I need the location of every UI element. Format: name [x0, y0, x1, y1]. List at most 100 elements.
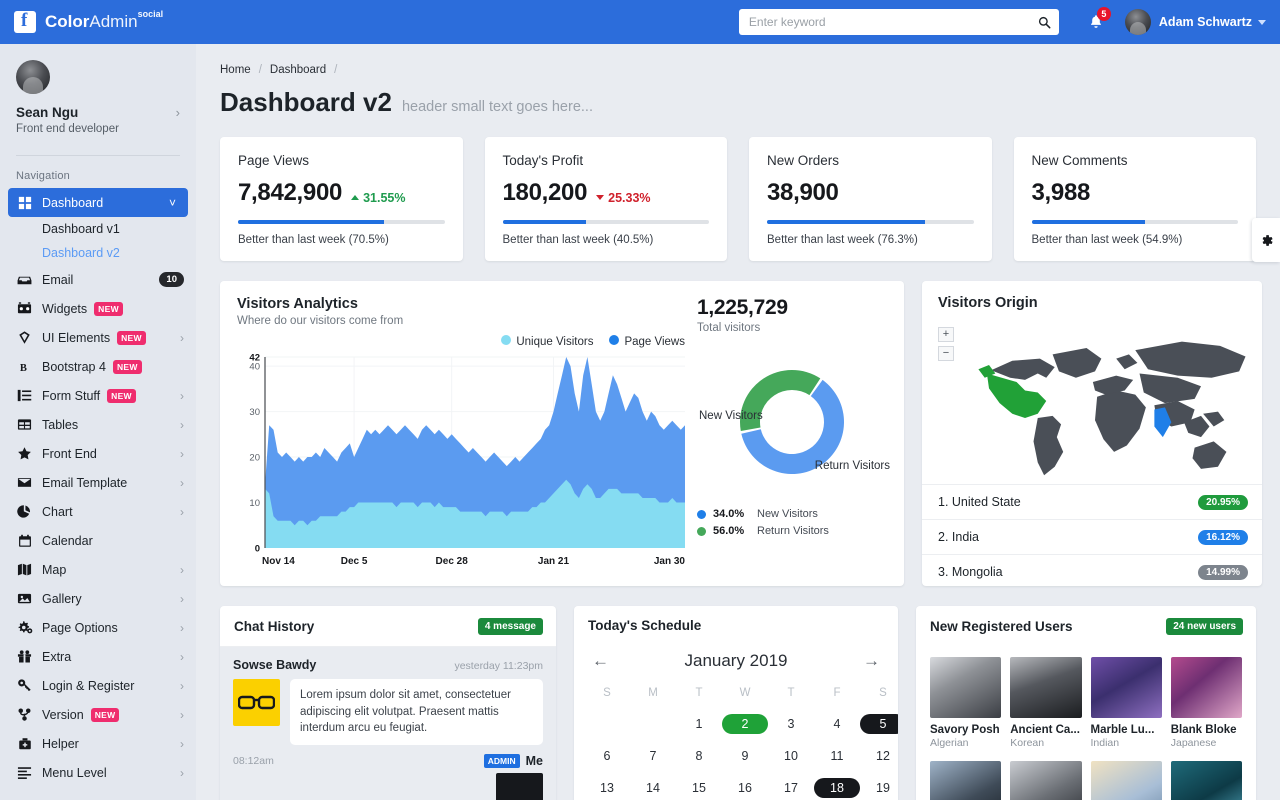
- calendar-day-12[interactable]: 12: [860, 740, 898, 772]
- user-cell[interactable]: Ancient Ca...Korean: [1010, 657, 1081, 749]
- sidebar-item-form-stuff[interactable]: Form StuffNEW›: [0, 381, 196, 410]
- calendar-day-16[interactable]: 16: [722, 772, 768, 800]
- breadcrumb-home[interactable]: Home: [220, 64, 251, 76]
- chevron-right-icon: ›: [180, 708, 184, 722]
- user-cell[interactable]: Blank BlokeJapanese: [1171, 657, 1242, 749]
- settings-tab-button[interactable]: [1252, 218, 1280, 262]
- legend-page-views[interactable]: Page Views: [609, 335, 685, 348]
- map-icon: [16, 562, 33, 577]
- visitors-analytics-subtitle: Where do our visitors come from: [237, 315, 689, 327]
- calendar-day-18[interactable]: 18: [814, 772, 860, 800]
- sidebar-item-tables[interactable]: Tables›: [0, 410, 196, 439]
- calendar-day-3[interactable]: 3: [768, 708, 814, 740]
- calendar-day-5[interactable]: 5: [860, 708, 898, 740]
- user-cell[interactable]: [930, 761, 1001, 800]
- map-zoom-in-button[interactable]: +: [938, 327, 954, 342]
- search-box[interactable]: [739, 9, 1059, 35]
- chat-history-header: Chat History 4 message: [220, 606, 556, 647]
- sidebar-subitem-dashboard-v1[interactable]: Dashboard v1: [0, 217, 196, 241]
- chevron-right-icon: ›: [180, 737, 184, 751]
- sidebar-item-helper[interactable]: Helper›: [0, 729, 196, 758]
- calendar-day-13[interactable]: 13: [584, 772, 630, 800]
- new-tag: NEW: [91, 708, 120, 722]
- total-visitors-label: Total visitors: [697, 322, 890, 334]
- calendar-day-6[interactable]: 6: [584, 740, 630, 772]
- calendar-day-17[interactable]: 17: [768, 772, 814, 800]
- chevron-right-icon: ›: [180, 621, 184, 635]
- new-tag: NEW: [117, 331, 146, 345]
- calendar-day-4[interactable]: 4: [814, 708, 860, 740]
- visitors-origin-row[interactable]: 3. Mongolia14.99%: [922, 554, 1262, 586]
- user-photo: [1171, 657, 1242, 718]
- donut-chart-svg: [697, 350, 887, 500]
- legend-dot-pageviews: [609, 335, 619, 345]
- sidebar-item-extra[interactable]: Extra›: [0, 642, 196, 671]
- sidebar: Sean Ngu › Front end developer Navigatio…: [0, 44, 196, 800]
- search-icon[interactable]: [1038, 16, 1051, 29]
- sidebar-item-map[interactable]: Map›: [0, 555, 196, 584]
- sidebar-item-menu-level[interactable]: Menu Level›: [0, 758, 196, 787]
- sidebar-item-page-options[interactable]: Page Options›: [0, 613, 196, 642]
- calendar-day-10[interactable]: 10: [768, 740, 814, 772]
- notifications-button[interactable]: 5: [1079, 14, 1113, 30]
- calendar-day-11[interactable]: 11: [814, 740, 860, 772]
- sidebar-item-gallery[interactable]: Gallery›: [0, 584, 196, 613]
- calendar-day-2[interactable]: 2: [722, 708, 768, 740]
- chat-reply-meta: 08:12am ADMIN Me: [233, 754, 543, 768]
- legend-unique-visitors[interactable]: Unique Visitors: [501, 335, 593, 348]
- user-cell[interactable]: [1171, 761, 1242, 800]
- user-cell[interactable]: Savory PoshAlgerian: [930, 657, 1001, 749]
- user-cell[interactable]: [1010, 761, 1081, 800]
- stat-footer: Better than last week (54.9%): [1032, 234, 1239, 246]
- calendar-day-empty: [584, 708, 630, 740]
- chat-reply-timestamp: 08:12am: [233, 755, 274, 767]
- sidebar-profile[interactable]: Sean Ngu › Front end developer: [0, 44, 196, 145]
- page-title: Dashboard v2: [220, 87, 392, 118]
- sidebar-item-version[interactable]: VersionNEW›: [0, 700, 196, 729]
- user-cell[interactable]: [1091, 761, 1162, 800]
- medkit-icon: [16, 737, 33, 751]
- sidebar-item-login-register[interactable]: Login & Register›: [0, 671, 196, 700]
- sidebar-item-widgets[interactable]: WidgetsNEW: [0, 294, 196, 323]
- user-menu[interactable]: Adam Schwartz: [1125, 9, 1266, 35]
- area-chart: Unique Visitors Page Views 01020304042No…: [237, 335, 689, 570]
- sidebar-subitem-dashboard-v2[interactable]: Dashboard v2: [0, 241, 196, 265]
- breadcrumb-dashboard[interactable]: Dashboard: [270, 64, 326, 76]
- sidebar-item-chart[interactable]: Chart›: [0, 497, 196, 526]
- user-photo: [1091, 761, 1162, 800]
- sidebar-item-calendar[interactable]: Calendar: [0, 526, 196, 555]
- calendar-day-1[interactable]: 1: [676, 708, 722, 740]
- gift-icon: [16, 649, 33, 664]
- calendar-day-14[interactable]: 14: [630, 772, 676, 800]
- sidebar-item-front-end[interactable]: Front End›: [0, 439, 196, 468]
- search-input[interactable]: [749, 15, 1038, 29]
- sidebar-item-email[interactable]: Email10: [0, 265, 196, 294]
- svg-text:42: 42: [249, 353, 260, 364]
- calendar-day-8[interactable]: 8: [676, 740, 722, 772]
- map-zoom-controls[interactable]: + −: [938, 327, 954, 361]
- visitors-origin-row[interactable]: 2. India16.12%: [922, 519, 1262, 554]
- brand-logo[interactable]: ColorAdminsocial: [0, 11, 196, 33]
- calendar-day-15[interactable]: 15: [676, 772, 722, 800]
- sidebar-item-label: Tables: [42, 418, 78, 432]
- visitors-origin-row[interactable]: 1. United State20.95%: [922, 484, 1262, 519]
- brand-light: Admin: [89, 12, 137, 31]
- code-branch-icon: [16, 707, 33, 722]
- world-map[interactable]: + −: [922, 317, 1262, 484]
- calendar-next-button[interactable]: →: [863, 651, 880, 671]
- sidebar-item-ui-elements[interactable]: UI ElementsNEW›: [0, 323, 196, 352]
- page-subtitle: header small text goes here...: [402, 99, 593, 115]
- sidebar-item-label: Gallery: [42, 592, 82, 606]
- calendar-day-19[interactable]: 19: [860, 772, 898, 800]
- calendar-prev-button[interactable]: ←: [592, 651, 609, 671]
- map-zoom-out-button[interactable]: −: [938, 346, 954, 361]
- calendar-day-9[interactable]: 9: [722, 740, 768, 772]
- user-cell[interactable]: Marble Lu...Indian: [1091, 657, 1162, 749]
- sidebar-item-dashboard[interactable]: Dashboard˅: [8, 188, 188, 217]
- sidebar-item-email-template[interactable]: Email Template›: [0, 468, 196, 497]
- calendar-day-7[interactable]: 7: [630, 740, 676, 772]
- sidebar-item-bootstrap-4[interactable]: BBootstrap 4NEW: [0, 352, 196, 381]
- total-visitors-value: 1,225,729: [697, 296, 890, 320]
- user-name: Ancient Ca...: [1010, 724, 1081, 736]
- chat-timestamp: yesterday 11:23pm: [454, 660, 543, 672]
